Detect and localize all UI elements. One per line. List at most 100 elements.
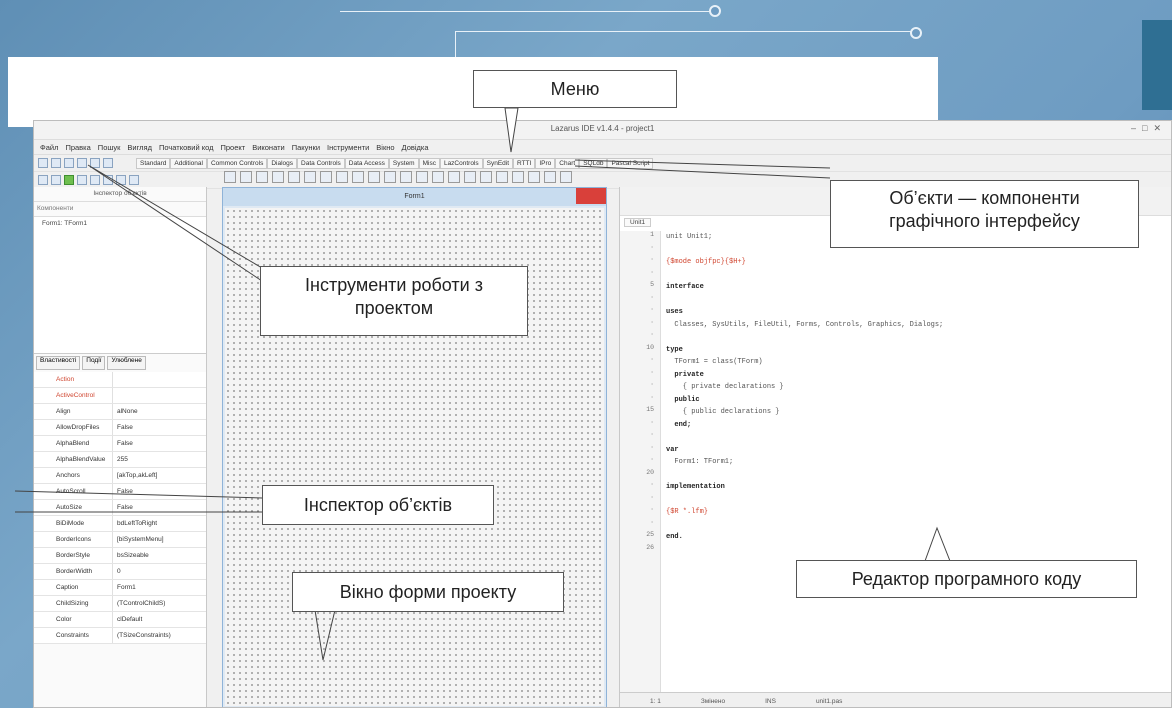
code-line[interactable] (666, 494, 1166, 507)
code-line[interactable]: end. (666, 531, 1166, 544)
component-icon[interactable] (288, 171, 300, 183)
tab-favorites[interactable]: Улюблене (107, 356, 146, 370)
new-form-icon[interactable] (51, 158, 61, 168)
property-value[interactable]: 0 (112, 564, 206, 579)
window-controls[interactable]: –□✕ (1131, 123, 1167, 134)
property-value[interactable]: 255 (112, 452, 206, 467)
code-line[interactable]: var (666, 444, 1166, 457)
palette-tab[interactable]: Common Controls (206, 157, 268, 169)
property-value[interactable] (112, 372, 206, 387)
palette-tab[interactable]: Dialogs (267, 157, 298, 169)
view-units-icon[interactable] (38, 175, 48, 185)
menu-item[interactable]: Вигляд (127, 143, 152, 152)
component-icon[interactable] (336, 171, 348, 183)
property-row[interactable]: BiDiMode bdLeftToRight (34, 516, 206, 532)
component-icon[interactable] (560, 171, 572, 183)
palette-tab[interactable]: Chart (555, 157, 580, 169)
menu-item[interactable]: Пакунки (292, 143, 320, 152)
code-line[interactable] (666, 431, 1166, 444)
property-row[interactable]: Anchors [akTop,akLeft] (34, 468, 206, 484)
menu-item[interactable]: Файл (40, 143, 58, 152)
palette-tab[interactable]: Pascal Script (607, 157, 654, 169)
menu-item[interactable]: Пошук (98, 143, 121, 152)
code-line[interactable]: interface (666, 281, 1166, 294)
property-row[interactable]: AlphaBlendValue 255 (34, 452, 206, 468)
property-row[interactable]: AutoSize False (34, 500, 206, 516)
components-search[interactable]: Компоненти (34, 202, 206, 217)
step-out-icon[interactable] (129, 175, 139, 185)
toggle-form-icon[interactable] (103, 158, 113, 168)
palette-tab[interactable]: Additional (170, 157, 207, 169)
code-line[interactable]: TForm1 = class(TForm) (666, 356, 1166, 369)
component-icon[interactable] (528, 171, 540, 183)
save-all-icon[interactable] (90, 158, 100, 168)
component-icon[interactable] (480, 171, 492, 183)
property-value[interactable]: Form1 (112, 580, 206, 595)
save-icon[interactable] (77, 158, 87, 168)
component-icon[interactable] (368, 171, 380, 183)
step-over-icon[interactable] (116, 175, 126, 185)
code-line[interactable]: type (666, 344, 1166, 357)
code-line[interactable]: {$mode objfpc}{$H+} (666, 256, 1166, 269)
component-icon[interactable] (304, 171, 316, 183)
palette-tab[interactable]: Data Access (344, 157, 389, 169)
component-icon[interactable] (464, 171, 476, 183)
palette-tab[interactable]: Data Controls (297, 157, 345, 169)
menu-item[interactable]: Правка (65, 143, 90, 152)
code-line[interactable]: { private declarations } (666, 381, 1166, 394)
property-value[interactable] (112, 388, 206, 403)
editor-tab-unit1[interactable]: Unit1 (624, 218, 652, 227)
property-value[interactable]: False (112, 484, 206, 499)
form-close-button[interactable] (576, 188, 606, 204)
property-value[interactable]: False (112, 500, 206, 515)
code-line[interactable] (666, 469, 1166, 482)
property-row[interactable]: BorderIcons [biSystemMenu] (34, 532, 206, 548)
step-into-icon[interactable] (103, 175, 113, 185)
property-value[interactable]: [biSystemMenu] (112, 532, 206, 547)
property-row[interactable]: Align alNone (34, 404, 206, 420)
property-row[interactable]: Caption Form1 (34, 580, 206, 596)
property-value[interactable]: bsSizeable (112, 548, 206, 563)
code-line[interactable]: end; (666, 419, 1166, 432)
palette-tab[interactable]: System (388, 157, 419, 169)
run-icon[interactable] (64, 175, 74, 185)
code-line[interactable] (666, 269, 1166, 282)
tab-events[interactable]: Події (82, 356, 106, 370)
property-row[interactable]: Constraints (TSizeConstraints) (34, 628, 206, 644)
code-area[interactable]: unit Unit1; {$mode objfpc}{$H+} interface u… (666, 231, 1166, 693)
property-value[interactable]: clDefault (112, 612, 206, 627)
view-forms-icon[interactable] (51, 175, 61, 185)
component-icon[interactable] (512, 171, 524, 183)
code-line[interactable] (666, 331, 1166, 344)
tree-item-form1[interactable]: Form1: TForm1 (42, 220, 198, 227)
code-line[interactable]: implementation (666, 481, 1166, 494)
component-icon[interactable] (400, 171, 412, 183)
component-icon[interactable] (416, 171, 428, 183)
property-value[interactable]: alNone (112, 404, 206, 419)
menu-item[interactable]: Виконати (252, 143, 285, 152)
property-value[interactable]: (TControlChildS) (112, 596, 206, 611)
component-icon[interactable] (496, 171, 508, 183)
menu-item[interactable]: Проект (220, 143, 245, 152)
component-icon[interactable] (256, 171, 268, 183)
component-icon[interactable] (384, 171, 396, 183)
palette-tab[interactable]: IPro (535, 157, 556, 169)
palette-tab[interactable]: SQLdb (579, 157, 608, 169)
menu-item[interactable]: Вікно (376, 143, 394, 152)
palette-tab[interactable]: SynEdit (482, 157, 514, 169)
component-icon[interactable] (320, 171, 332, 183)
open-icon[interactable] (64, 158, 74, 168)
palette-tab[interactable]: Standard (136, 157, 171, 169)
component-icon[interactable] (544, 171, 556, 183)
code-line[interactable] (666, 519, 1166, 532)
component-icon[interactable] (240, 171, 252, 183)
property-row[interactable]: AutoScroll False (34, 484, 206, 500)
property-value[interactable]: False (112, 436, 206, 451)
property-value[interactable]: (TSizeConstraints) (112, 628, 206, 643)
property-row[interactable]: AllowDropFiles False (34, 420, 206, 436)
code-line[interactable]: {$R *.lfm} (666, 506, 1166, 519)
menu-item[interactable]: Початковий код (159, 143, 213, 152)
tab-properties[interactable]: Властивості (36, 356, 81, 370)
property-row[interactable]: BorderWidth 0 (34, 564, 206, 580)
code-line[interactable]: private (666, 369, 1166, 382)
